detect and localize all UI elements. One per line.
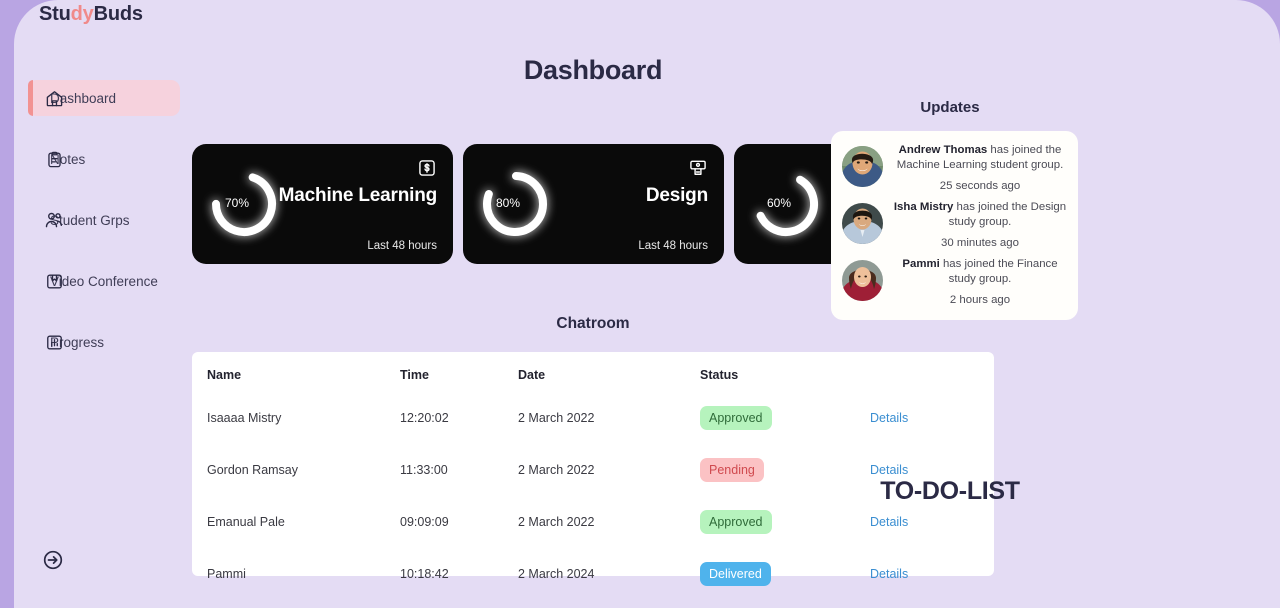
home-icon xyxy=(44,88,64,108)
sidebar-item-notes[interactable]: Notes xyxy=(14,141,192,177)
stat-card-title: Machine Learning xyxy=(278,185,438,206)
update-user: Pammi xyxy=(902,258,940,270)
update-text: Isha Mistry has joined the Design study … xyxy=(893,200,1067,251)
todo-list-title: TO-DO-LIST xyxy=(880,477,1020,505)
cell-date: 2 March 2024 xyxy=(518,567,595,581)
sidebar-nav: Dashboard Notes Student Grps Video Confe… xyxy=(14,80,192,385)
cell-name: Isaaaa Mistry xyxy=(207,411,282,425)
cell-date: 2 March 2022 xyxy=(518,515,595,529)
updates-title: Updates xyxy=(920,99,980,116)
app-root: StudyBuds Dashboard Notes Student Grps V… xyxy=(0,0,1280,608)
update-message: has joined the Finance study group. xyxy=(939,258,1058,285)
column-header-time: Time xyxy=(400,368,429,382)
avatar-pammi xyxy=(842,260,883,301)
progress-percent: 60% xyxy=(766,196,792,210)
update-user: Isha Mistry xyxy=(893,201,954,213)
list-item[interactable]: Isha Mistry has joined the Design study … xyxy=(842,200,1067,251)
cell-name: Gordon Ramsay xyxy=(207,463,299,477)
status-badge: Approved xyxy=(700,510,772,534)
sidebar-item-student-grps[interactable]: Student Grps xyxy=(14,202,192,238)
cell-time: 10:18:42 xyxy=(400,567,449,581)
update-user: Andrew Thomas xyxy=(898,144,988,156)
bar-chart-icon xyxy=(44,332,64,352)
sidebar-item-dashboard[interactable]: Dashboard xyxy=(28,80,180,116)
cell-time: 11:33:00 xyxy=(400,463,448,477)
cell-name: Pammi xyxy=(207,567,246,581)
video-archive-icon xyxy=(44,271,64,291)
cell-name: Emanual Pale xyxy=(207,515,285,529)
progress-percent: 70% xyxy=(224,196,250,210)
update-text: Andrew Thomas has joined the Machine Lea… xyxy=(893,143,1067,194)
stat-card-design[interactable]: 80% Design Last 48 hours xyxy=(463,144,724,264)
update-timestamp: 30 minutes ago xyxy=(941,237,1019,249)
list-item[interactable]: Pammi has joined the Finance study group… xyxy=(842,257,1067,308)
stat-card-title: Design xyxy=(645,185,708,206)
avatar-andrew xyxy=(842,146,883,187)
cell-date: 2 March 2022 xyxy=(518,463,595,477)
list-item[interactable]: Andrew Thomas has joined the Machine Lea… xyxy=(842,143,1067,194)
column-header-name: Name xyxy=(207,368,242,382)
cell-date: 2 March 2022 xyxy=(518,411,595,425)
stat-card-subtitle: Last 48 hours xyxy=(638,240,708,252)
brand-accent: dy xyxy=(70,3,94,25)
updates-card: Andrew Thomas has joined the Machine Lea… xyxy=(831,131,1078,320)
clipboard-icon xyxy=(44,149,64,169)
brand-suffix: Buds xyxy=(93,3,143,25)
sidebar-item-video-conference[interactable]: Video Conference xyxy=(14,263,192,299)
dollar-square-icon xyxy=(417,158,437,178)
status-badge: Pending xyxy=(700,458,764,482)
cell-time: 09:09:09 xyxy=(400,515,449,529)
avatar-isha xyxy=(842,203,883,244)
logout-icon[interactable] xyxy=(41,548,65,572)
right-rail: Updates Andrew Thomas has joined the Mac… xyxy=(816,0,1102,608)
sidebar: StudyBuds Dashboard Notes Student Grps V… xyxy=(14,0,192,608)
stat-card-subtitle: Last 48 hours xyxy=(367,240,437,252)
cell-time: 12:20:02 xyxy=(400,411,449,425)
update-timestamp: 2 hours ago xyxy=(949,294,1011,306)
sidebar-item-label: Video Conference xyxy=(50,273,158,289)
status-badge: Delivered xyxy=(700,562,771,586)
stat-card-machine-learning[interactable]: 70% Machine Learning Last 48 hours xyxy=(192,144,453,264)
brand-prefix: Stu xyxy=(39,3,71,25)
sidebar-item-progress[interactable]: Progress xyxy=(14,324,192,360)
dashboard-panel: StudyBuds Dashboard Notes Student Grps V… xyxy=(14,0,1280,608)
status-badge: Approved xyxy=(700,406,772,430)
update-message: has joined the Design study group. xyxy=(948,201,1067,228)
users-icon xyxy=(44,210,64,230)
column-header-date: Date xyxy=(518,368,546,382)
atm-card-slot-icon xyxy=(688,158,708,178)
update-timestamp: 25 seconds ago xyxy=(939,180,1021,192)
progress-percent: 80% xyxy=(495,196,521,210)
update-text: Pammi has joined the Finance study group… xyxy=(893,257,1067,308)
brand-logo: StudyBuds xyxy=(39,3,143,26)
main-content: Dashboard 70% Machine Learning Last 48 h… xyxy=(192,0,1280,608)
